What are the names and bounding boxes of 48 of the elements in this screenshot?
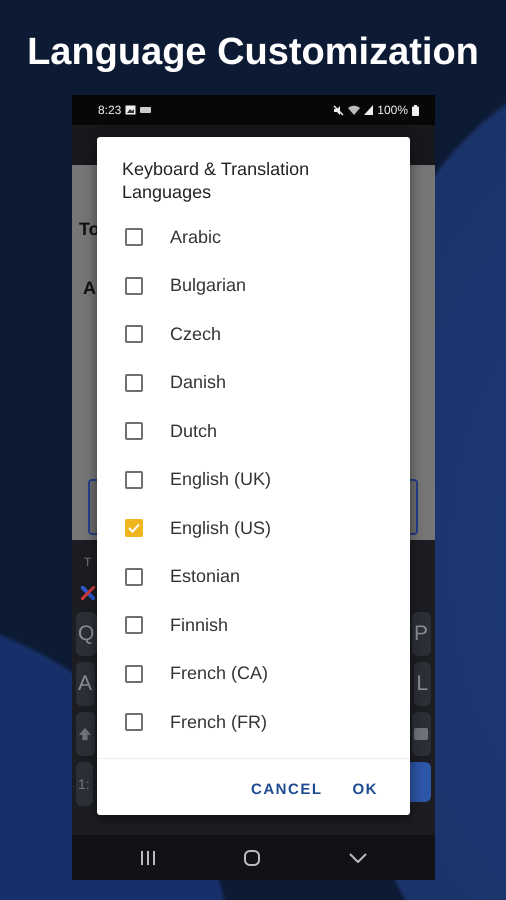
checkbox[interactable] [125,616,143,634]
keyboard-caption: T [84,554,92,570]
checkbox[interactable] [125,470,143,489]
language-option[interactable]: English (UK) [97,456,410,504]
shift-key[interactable] [76,712,95,756]
mute-icon [333,104,344,116]
language-option[interactable]: Arabic [97,213,410,262]
checkbox[interactable] [125,713,143,732]
language-option[interactable]: Czech [97,310,410,358]
language-option[interactable]: Estonian [97,552,410,601]
cancel-button[interactable]: CANCEL [247,772,326,807]
chevron-down-icon[interactable] [348,852,367,862]
image-icon [125,105,136,115]
shift-icon [78,727,92,741]
recent-apps-icon[interactable] [140,850,156,864]
language-option[interactable]: Danish [97,358,410,407]
logo-icon [81,586,95,600]
signal-icon [364,105,374,115]
language-option[interactable]: Bulgarian [97,262,410,310]
headline: Language Customization [26,30,480,75]
keyboard-icon [140,106,152,114]
keyboard-key[interactable]: Q [76,612,98,656]
clock-time: 8:23 [98,102,122,119]
checkbox[interactable] [125,568,143,586]
battery-percent: 100% [377,102,408,119]
checkbox[interactable] [125,228,143,246]
checkbox[interactable] [125,422,143,440]
home-icon[interactable] [244,850,260,866]
backspace-key[interactable] [412,712,431,756]
keyboard-key[interactable]: P [412,612,431,656]
language-option[interactable]: Dutch [97,407,410,456]
screen-label: A [83,277,96,300]
wifi-icon [348,105,360,115]
ok-button[interactable]: OK [348,772,382,807]
language-option[interactable]: French (CA) [97,650,410,698]
checkbox[interactable] [125,325,143,344]
backspace-icon [414,728,428,740]
language-option[interactable]: English (US) [97,504,410,552]
language-option[interactable]: French (FR) [97,698,410,746]
language-option[interactable]: Finnish [97,601,410,650]
keyboard-key[interactable]: A [76,662,96,706]
checkbox[interactable] [125,519,143,538]
checkbox[interactable] [125,276,143,295]
checkbox[interactable] [125,664,143,683]
checkbox[interactable] [125,374,143,392]
keyboard-key[interactable]: L [414,662,431,706]
battery-icon [412,104,419,116]
dialog-title: Keyboard & Translation Languages [121,158,310,204]
